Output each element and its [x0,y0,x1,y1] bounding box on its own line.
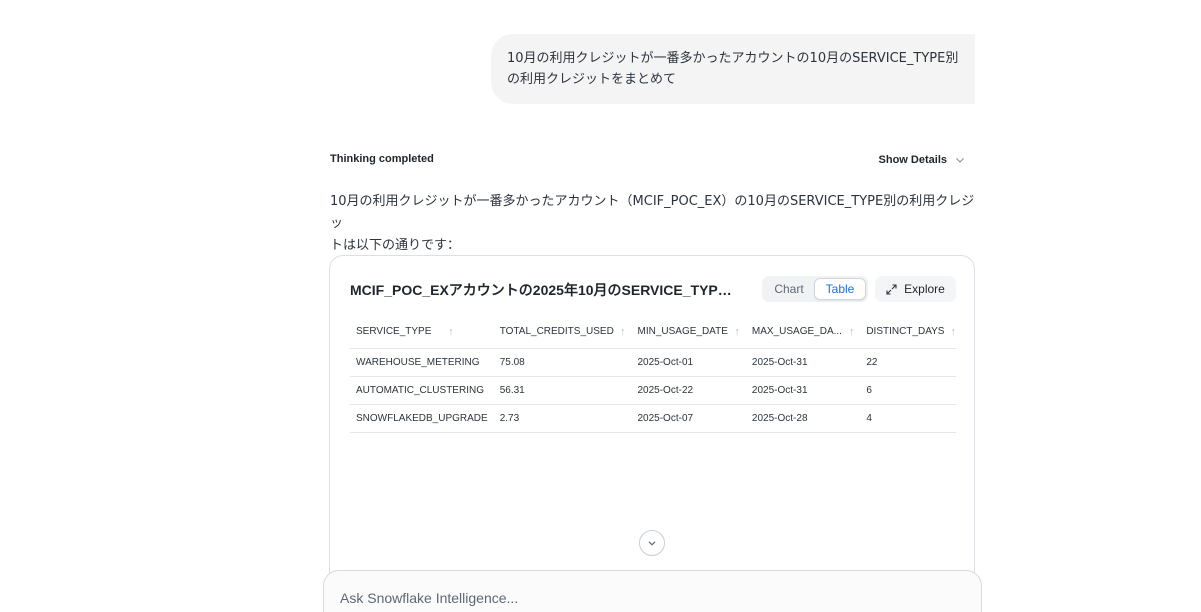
table-row: AUTOMATIC_CLUSTERING 56.31 2025-Oct-22 2… [350,376,956,405]
table-cell: AUTOMATIC_CLUSTERING [350,376,494,405]
table-cell: WAREHOUSE_METERING [350,348,494,377]
sort-arrow-icon: ↑ [950,325,957,338]
expand-icon [886,283,897,295]
column-header-label: TOTAL_CREDITS_USED [499,326,614,338]
table-cell: 75.08 [493,348,632,377]
table-cell: 2025-Oct-28 [745,404,861,433]
sort-arrow-icon: ↑ [734,325,740,338]
table-cell: 2025-Oct-22 [631,376,746,405]
table-row: WAREHOUSE_METERING 75.08 2025-Oct-01 202… [350,348,956,377]
column-header-min-usage-date[interactable]: MIN_USAGE_DATE ↑ [631,316,746,349]
table-row: SNOWFLAKEDB_UPGRADE 2.73 2025-Oct-07 202… [350,404,956,433]
chat-input[interactable] [340,589,940,607]
view-toggle: Chart Table [762,276,868,302]
thinking-status-label: Thinking completed [330,153,434,165]
table-cell: 56.31 [493,376,632,405]
table-cell: 4 [860,404,956,433]
chat-input-box [323,570,982,612]
explore-button[interactable]: Explore [875,276,956,302]
column-header-service-type[interactable]: SERVICE_TYPE ↑ [350,316,494,349]
user-message-line: の利用クレジットをまとめて [507,72,677,87]
sort-arrow-icon: ↑ [619,325,626,338]
column-header-label: MAX_USAGE_DA... [751,326,842,338]
chevron-down-icon [648,541,656,546]
chart-view-button[interactable]: Chart [764,278,814,300]
user-message-bubble: 10月の利用クレジットが一番多かったアカウントの10月のSERVICE_TYPE… [491,34,975,104]
scroll-down-button[interactable] [639,530,665,556]
table-view-button[interactable]: Table [814,278,866,300]
explore-label: Explore [904,282,945,296]
assistant-answer: 10月の利用クレジットが一番多かったアカウント（MCIF_POC_EX）の10月… [330,191,980,257]
show-details-button[interactable]: Show Details [879,151,965,169]
column-header-label: DISTINCT_DAYS [866,326,945,338]
table-cell: 2025-Oct-31 [745,348,861,377]
column-header-total-credits-used[interactable]: TOTAL_CREDITS_USED ↑ [493,316,632,349]
table-cell: 2025-Oct-07 [631,404,746,433]
column-header-distinct-days[interactable]: DISTINCT_DAYS ↑ [860,316,957,349]
column-header-max-usage-date[interactable]: MAX_USAGE_DA... ↑ [745,316,861,349]
table-cell: 22 [860,348,956,377]
show-details-label: Show Details [878,154,947,166]
answer-line: トは以下の通りです： [330,238,461,253]
thinking-status-row: Thinking completed Show Details [330,151,965,169]
chevron-down-icon [956,158,964,163]
sort-arrow-icon: ↑ [448,325,454,338]
column-header-label: SERVICE_TYPE [356,326,432,338]
sort-arrow-icon: ↑ [848,325,855,338]
results-table: SERVICE_TYPE ↑ TOTAL_CREDITS_USED ↑ MIN_US… [350,316,956,433]
table-cell: 2025-Oct-31 [745,376,861,405]
results-table-container[interactable]: SERVICE_TYPE ↑ TOTAL_CREDITS_USED ↑ MIN_US… [350,316,956,433]
table-header-row: SERVICE_TYPE ↑ TOTAL_CREDITS_USED ↑ MIN_US… [350,316,957,349]
result-card: MCIF_POC_EXアカウントの2025年10月のSERVICE_TYPE別利… [329,255,975,612]
answer-line: 10月の利用クレジットが一番多かったアカウント（MCIF_POC_EX）の10月… [330,194,975,231]
table-cell: SNOWFLAKEDB_UPGRADE [350,404,494,433]
result-card-title: MCIF_POC_EXアカウントの2025年10月のSERVICE_TYPE別利… [350,282,740,298]
table-cell: 2025-Oct-01 [631,348,746,377]
user-message-line: 10月の利用クレジットが一番多かったアカウントの10月のSERVICE_TYPE… [507,51,959,66]
table-cell: 6 [860,376,956,405]
column-header-label: MIN_USAGE_DATE [637,326,728,338]
table-cell: 2.73 [493,404,632,433]
